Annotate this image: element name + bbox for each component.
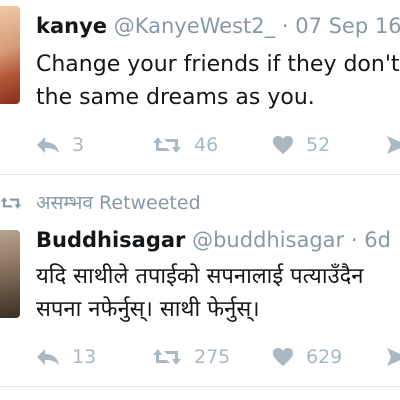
avatar[interactable] <box>0 6 20 104</box>
reply-arrow-icon <box>37 349 59 365</box>
retweeted-by[interactable]: असम्भव Retweeted <box>36 190 201 216</box>
tweet-actions: 3 46 52 <box>0 130 400 160</box>
tweet-text-line: Change your friends if they don't <box>36 52 400 77</box>
direct-message-icon <box>387 136 400 154</box>
heart-icon <box>273 348 293 366</box>
avatar[interactable] <box>0 230 20 318</box>
retweet-count: 275 <box>194 346 231 368</box>
reply-count: 13 <box>72 346 97 368</box>
tweet-header: Buddhisagar @buddhisagar · 6d <box>36 226 391 254</box>
tweet-text-line: यदि साथीले तपाईको सपनालाई पत्याउँदैन <box>36 264 364 289</box>
tweet-header: kanye @KanyeWest2_ · 07 Sep 16 <box>36 12 400 40</box>
like-button[interactable]: 629 <box>272 342 342 372</box>
tweet-text-line: सपना नफेर्नुस्। साथी फेर्नुस्। <box>36 297 260 322</box>
tweet-divider <box>0 386 400 387</box>
tweet-date[interactable]: 07 Sep 16 <box>295 14 400 38</box>
reply-button[interactable]: 13 <box>36 342 96 372</box>
tweet-kanye[interactable]: kanye @KanyeWest2_ · 07 Sep 16 Change yo… <box>0 0 400 175</box>
display-name[interactable]: Buddhisagar <box>36 228 185 252</box>
retweeter-name[interactable]: असम्भव <box>36 192 93 214</box>
tweet-buddhisagar[interactable]: असम्भव Retweeted Buddhisagar @buddhisaga… <box>0 178 400 388</box>
reply-count: 3 <box>72 134 85 156</box>
separator: · <box>350 228 358 252</box>
retweet-button[interactable]: 275 <box>152 342 230 372</box>
retweet-arrows-icon <box>153 349 181 365</box>
display-name[interactable]: kanye <box>36 14 107 38</box>
tweet-text: Change your friends if they don't the sa… <box>36 48 400 114</box>
tweet-actions: 13 275 629 <box>0 342 400 372</box>
user-handle[interactable]: @buddhisagar <box>192 228 344 252</box>
tweet-date[interactable]: 6d <box>364 228 391 252</box>
like-count: 629 <box>306 346 343 368</box>
user-handle[interactable]: @KanyeWest2_ <box>114 14 275 38</box>
like-count: 52 <box>306 134 331 156</box>
tweet-divider <box>0 174 400 175</box>
reply-button[interactable]: 3 <box>36 130 84 160</box>
retweet-arrows-icon <box>0 197 22 209</box>
separator: · <box>281 14 289 38</box>
reply-arrow-icon <box>37 137 59 153</box>
direct-message-icon <box>387 348 400 366</box>
retweeted-label: Retweeted <box>99 192 201 214</box>
retweet-count: 46 <box>194 134 219 156</box>
like-button[interactable]: 52 <box>272 130 330 160</box>
tweet-text: यदि साथीले तपाईको सपनालाई पत्याउँदैन सपन… <box>36 260 400 326</box>
heart-icon <box>273 136 293 154</box>
retweet-button[interactable]: 46 <box>152 130 218 160</box>
tweet-text-line: the same dreams as you. <box>36 85 315 110</box>
share-button[interactable] <box>386 342 400 372</box>
share-button[interactable] <box>386 130 400 160</box>
retweet-arrows-icon <box>153 137 181 153</box>
